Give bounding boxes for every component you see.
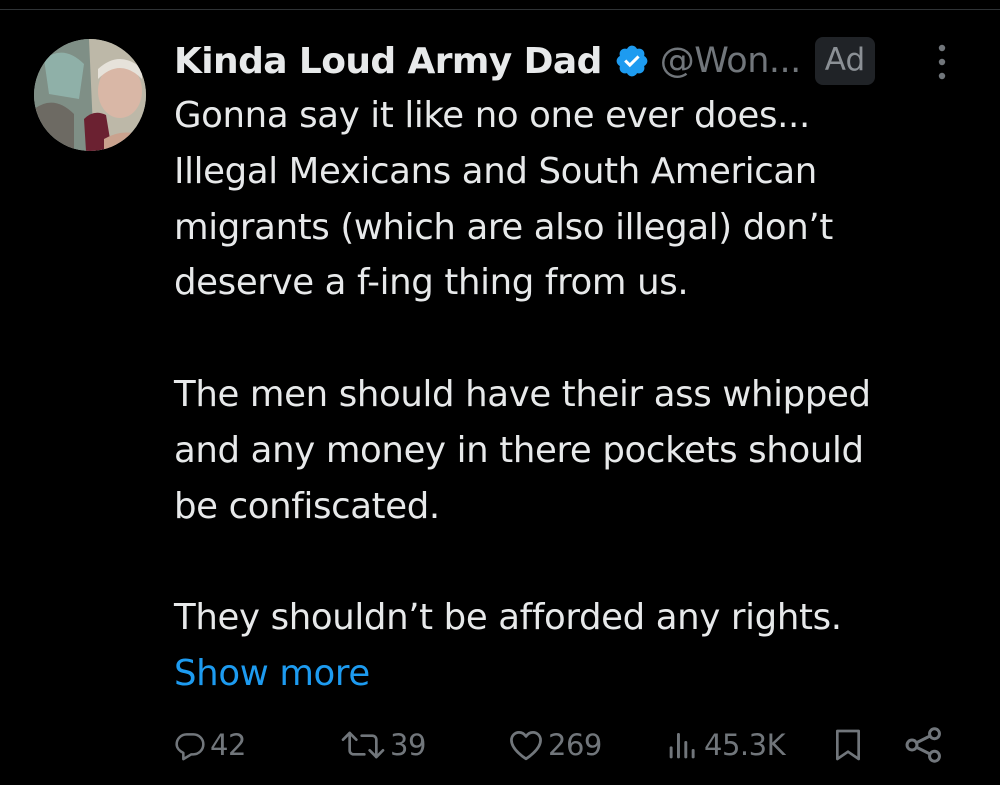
post-text-line — [174, 534, 964, 590]
like-count: 269 — [548, 728, 602, 762]
like-button[interactable]: 269 — [508, 720, 602, 770]
reply-count: 42 — [210, 728, 246, 762]
show-more-link[interactable]: Show more — [174, 646, 964, 702]
views-icon — [666, 729, 700, 761]
avatar-image — [34, 39, 146, 151]
post-header: Kinda Loud Army Dad @Won... Ad — [174, 35, 876, 87]
reply-button[interactable]: 42 — [174, 720, 246, 770]
bookmark-icon — [832, 727, 864, 763]
views-count: 45.3K — [704, 728, 786, 762]
share-button[interactable] — [904, 720, 944, 770]
share-icon — [904, 727, 944, 763]
post-text-line: migrants (which are also illegal) don’t — [174, 206, 833, 248]
post-text-line: be confiscated. — [174, 485, 440, 527]
repost-button[interactable]: 39 — [340, 720, 426, 770]
post-text-line: Illegal Mexicans and South American — [174, 150, 817, 192]
post-text-line: deserve a f-ing thing from us. — [174, 262, 689, 304]
repost-icon — [340, 729, 386, 761]
verified-badge-icon[interactable] — [614, 43, 650, 79]
author-handle[interactable]: @Won... — [660, 41, 802, 81]
post-text-line — [174, 311, 964, 367]
post-text: Gonna say it like no one ever does... Il… — [174, 88, 964, 702]
post-text-line: Gonna say it like no one ever does... — [174, 95, 810, 136]
more-vertical-icon[interactable] — [930, 42, 954, 82]
top-divider — [0, 0, 1000, 10]
ad-badge: Ad — [814, 37, 876, 85]
author-display-name[interactable]: Kinda Loud Army Dad — [174, 41, 602, 82]
post-text-line: They shouldn’t be afforded any rights. — [174, 597, 842, 639]
bookmark-button[interactable] — [832, 720, 864, 770]
post-text-line: and any money in there pockets should — [174, 429, 864, 471]
heart-icon — [508, 729, 544, 761]
avatar[interactable] — [34, 39, 146, 151]
views-button[interactable]: 45.3K — [666, 720, 786, 770]
post-text-line: The men should have their ass whipped — [174, 373, 871, 415]
reply-icon — [174, 729, 206, 761]
repost-count: 39 — [390, 728, 426, 762]
action-bar: 42 39 269 45.3K — [0, 720, 1000, 770]
